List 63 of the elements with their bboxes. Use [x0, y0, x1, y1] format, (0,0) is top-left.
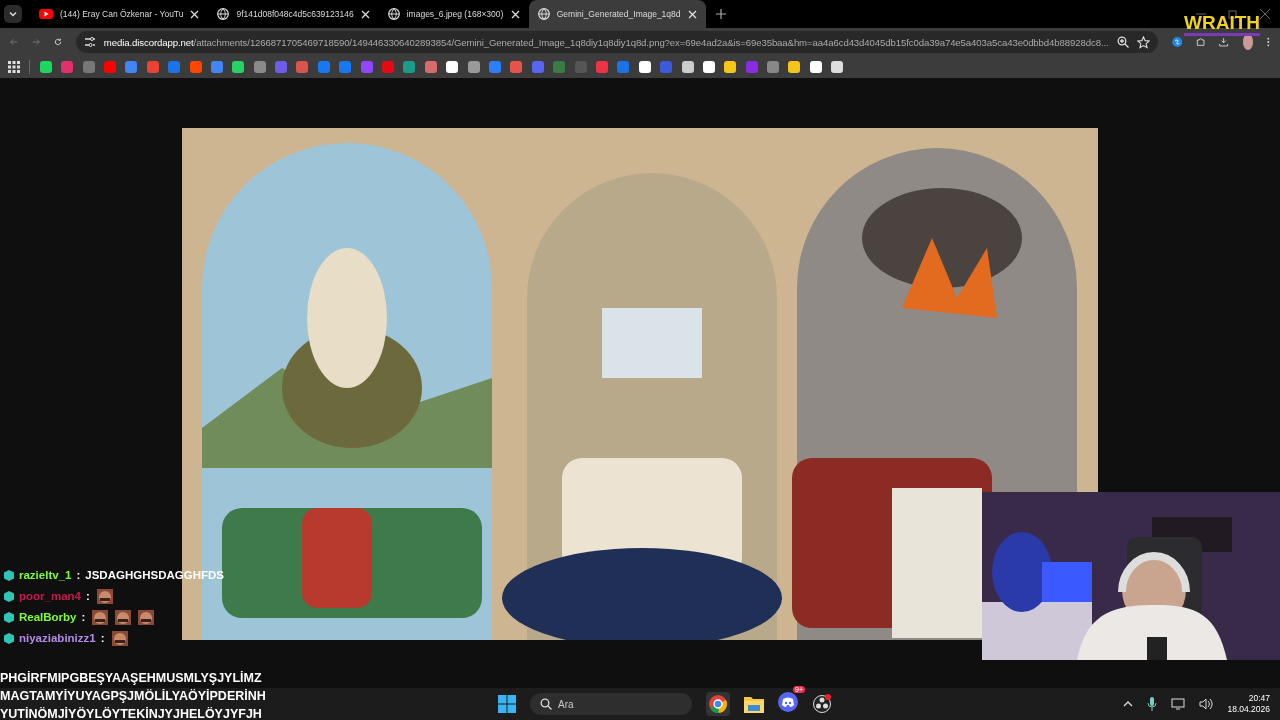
- badge-icon: [4, 632, 14, 644]
- bookmark-icon[interactable]: [724, 61, 737, 73]
- overlay-logo: WRAITH: [1184, 13, 1260, 36]
- ticker-text: PHGİRFMIPGBEŞYAAŞEHMUSMLYŞJYLİMZ: [0, 670, 263, 687]
- bookmark-icon[interactable]: [39, 61, 52, 73]
- chat-username: RealBorby: [19, 611, 77, 623]
- discord-icon[interactable]: [778, 692, 798, 712]
- apps-icon[interactable]: [8, 61, 20, 73]
- tab-search-button[interactable]: [4, 5, 22, 23]
- bookmark-icon[interactable]: [788, 61, 801, 73]
- bookmark-icon[interactable]: [831, 61, 844, 73]
- ticker-text: YUTİNÖMJİYÖYLÖYTEKİNJYJHELÖYJYFJH: [0, 706, 263, 720]
- chevron-up-icon[interactable]: [1123, 700, 1134, 708]
- extension-icon[interactable]: [1171, 34, 1183, 50]
- zoom-icon[interactable]: [1116, 36, 1129, 48]
- chrome-icon[interactable]: [706, 692, 730, 716]
- search-icon: [540, 698, 552, 710]
- bookmark-icon[interactable]: [809, 61, 822, 73]
- chat-username: poor_man4: [19, 590, 81, 602]
- site-settings-icon[interactable]: [83, 36, 96, 48]
- bookmark-icon[interactable]: [638, 61, 651, 73]
- download-icon[interactable]: [1219, 35, 1229, 49]
- star-icon[interactable]: [1136, 35, 1150, 49]
- chat-username: niyaziabinizz1: [19, 632, 96, 644]
- clock-date: 18.04.2026: [1227, 704, 1270, 715]
- url-text: media.discordapp.net/attachments/1266871705469718590/1494463306402893854/Gemini_Generated_Image_1q8diy1q8diy1q8d.png?ex=69e4ad2a&is=69e35baa&hm=aa4a6cd43d4045db15fc0da39a74e5a403a5ca43e0dbbd4b88928dc8...: [103, 36, 1109, 48]
- chat-separator: :: [86, 590, 90, 602]
- reload-icon[interactable]: [53, 36, 62, 48]
- bookmark-icon[interactable]: [681, 61, 694, 73]
- globe-icon: [217, 8, 230, 20]
- menu-icon[interactable]: [1267, 35, 1271, 49]
- tab-title: Gemini_Generated_Image_1q8d: [556, 9, 681, 19]
- tab-title: images_6.jpeg (168×300): [406, 9, 504, 19]
- browser-tab[interactable]: images_6.jpeg (168×300): [378, 0, 529, 28]
- badge-icon: [4, 611, 14, 623]
- search-field[interactable]: Ara: [530, 693, 692, 715]
- tab-title: (144) Eray Can Özkenar - YouTu: [60, 9, 184, 19]
- globe-icon: [387, 8, 400, 20]
- bookmark-icon[interactable]: [232, 61, 245, 73]
- youtube-icon: [39, 9, 53, 19]
- bookmark-icon[interactable]: [702, 61, 715, 73]
- badge-icon: [4, 590, 14, 602]
- address-bar[interactable]: [75, 31, 1158, 53]
- tab-title: 9f141d08f048c4d5c639123146: [236, 9, 354, 19]
- chat-separator: :: [81, 611, 86, 623]
- browser-tab[interactable]: 9f141d08f048c4d5c639123146: [208, 0, 379, 28]
- microphone-icon[interactable]: [1147, 697, 1158, 711]
- badge-icon: [4, 569, 14, 581]
- globe-icon: [537, 8, 550, 20]
- caret-icon: [8, 9, 18, 19]
- ticker-text: MAGTAMYİYUYAGPŞJMÖLİLYAÖYİPDERİNH: [0, 688, 266, 705]
- chat-username: razieltv_1: [19, 569, 72, 581]
- new-tab-icon[interactable]: [715, 9, 726, 19]
- bookmark-icon[interactable]: [446, 61, 459, 73]
- browser-tab[interactable]: Gemini_Generated_Image_1q8d: [528, 0, 706, 28]
- profile-avatar[interactable]: [1242, 34, 1254, 50]
- browser-tab[interactable]: (144) Eray Can Özkenar - YouTu: [30, 0, 209, 28]
- chat-separator: :: [76, 569, 81, 581]
- windows-icon[interactable]: [498, 695, 516, 713]
- volume-icon[interactable]: [1199, 698, 1214, 710]
- chat-separator: :: [100, 632, 105, 644]
- clock-time: 20:47: [1248, 693, 1270, 704]
- folder-icon[interactable]: [744, 695, 764, 713]
